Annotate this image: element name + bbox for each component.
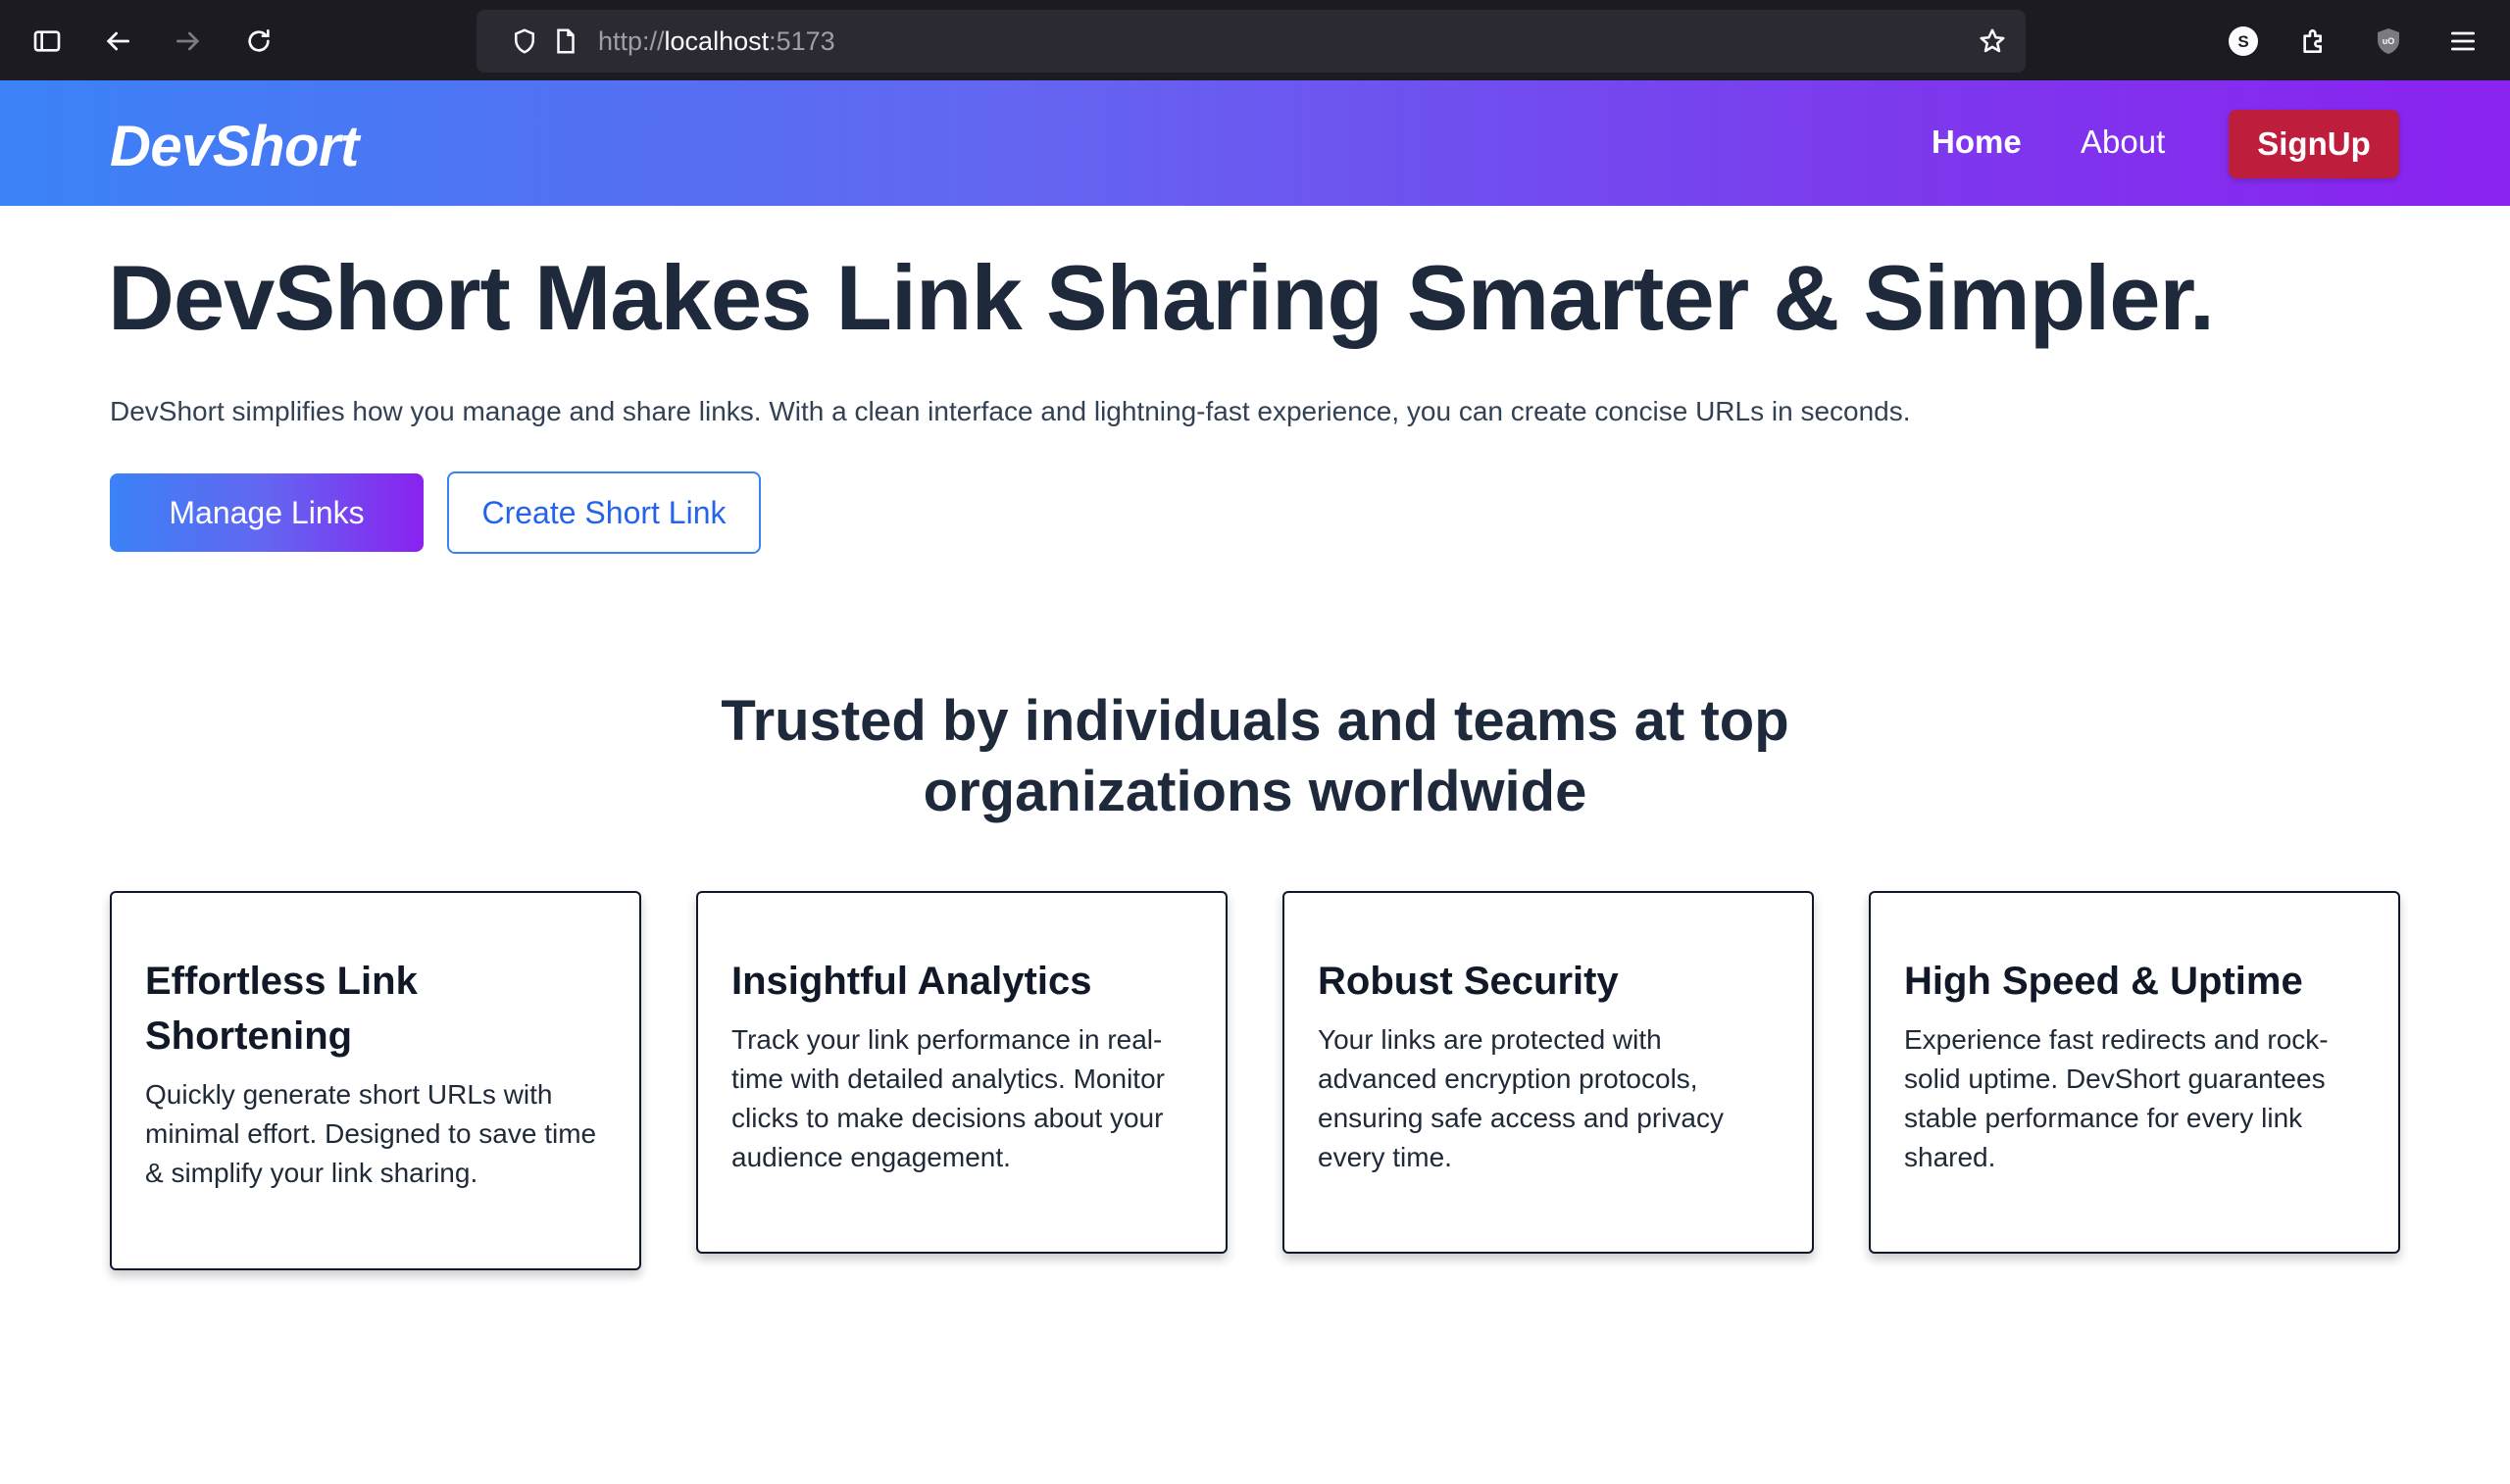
hero-description: DevShort simplifies how you manage and s… <box>110 396 1911 426</box>
feature-card: Insightful Analytics Track your link per… <box>696 891 1228 1254</box>
sidebar-toggle-icon[interactable] <box>22 16 73 67</box>
feature-card-text: Track your link performance in real-time… <box>731 1024 1165 1172</box>
trusted-heading-line1: Trusted by individuals and teams at top <box>721 689 1789 753</box>
feature-card-text: Your links are protected with advanced e… <box>1318 1024 1724 1172</box>
profile-icon[interactable]: S <box>2218 16 2269 67</box>
trusted-heading-line2: organizations worldwide <box>923 760 1587 823</box>
create-short-link-button[interactable]: Create Short Link <box>447 471 761 554</box>
feature-card-title: High Speed & Uptime <box>1904 960 2303 1003</box>
page-icon[interactable] <box>547 23 584 60</box>
brand-logo[interactable]: DevShort <box>110 114 359 179</box>
feature-card: Robust Security Your links are protected… <box>1282 891 1814 1254</box>
forward-arrow-icon[interactable] <box>163 16 214 67</box>
manage-links-button[interactable]: Manage Links <box>110 473 424 552</box>
feature-card-text: Experience fast redirects and rock-solid… <box>1904 1024 2329 1172</box>
reload-icon[interactable] <box>233 16 284 67</box>
url-port: :5173 <box>769 26 835 56</box>
app-navbar: DevShort Home About SignUp <box>0 80 2510 206</box>
feature-card-title: Robust Security <box>1318 960 1619 1003</box>
trusted-heading: Trusted by individuals and teams at top … <box>569 686 1941 827</box>
ublock-shield-icon[interactable]: uO <box>2363 16 2414 67</box>
hero-title: DevShort Makes Link Sharing Smarter & Si… <box>108 246 2215 349</box>
url-host: localhost <box>664 26 770 56</box>
url-text[interactable]: http://localhost:5173 <box>598 10 835 73</box>
feature-card-title: Insightful Analytics <box>731 960 1092 1003</box>
feature-card-text: Quickly generate short URLs with minimal… <box>145 1079 597 1188</box>
feature-card-title: Effortless Link Shortening <box>145 960 418 1058</box>
nav-link-about[interactable]: About <box>2081 124 2165 161</box>
shield-icon[interactable] <box>506 23 543 60</box>
hamburger-menu-icon[interactable] <box>2437 16 2488 67</box>
feature-card: Effortless Link Shortening Quickly gener… <box>110 891 641 1270</box>
browser-toolbar: http://localhost:5173 S uO <box>0 0 2510 80</box>
url-scheme: http:// <box>598 26 665 56</box>
profile-initial: S <box>2237 32 2248 51</box>
extensions-puzzle-icon[interactable] <box>2288 16 2339 67</box>
feature-card: High Speed & Uptime Experience fast redi… <box>1869 891 2400 1254</box>
ublock-label: uO <box>2383 36 2395 46</box>
signup-button[interactable]: SignUp <box>2229 110 2399 178</box>
back-arrow-icon[interactable] <box>92 16 143 67</box>
bookmark-star-icon[interactable] <box>1974 23 2011 60</box>
address-bar[interactable]: http://localhost:5173 <box>477 10 2026 73</box>
nav-link-home[interactable]: Home <box>1932 124 2022 161</box>
